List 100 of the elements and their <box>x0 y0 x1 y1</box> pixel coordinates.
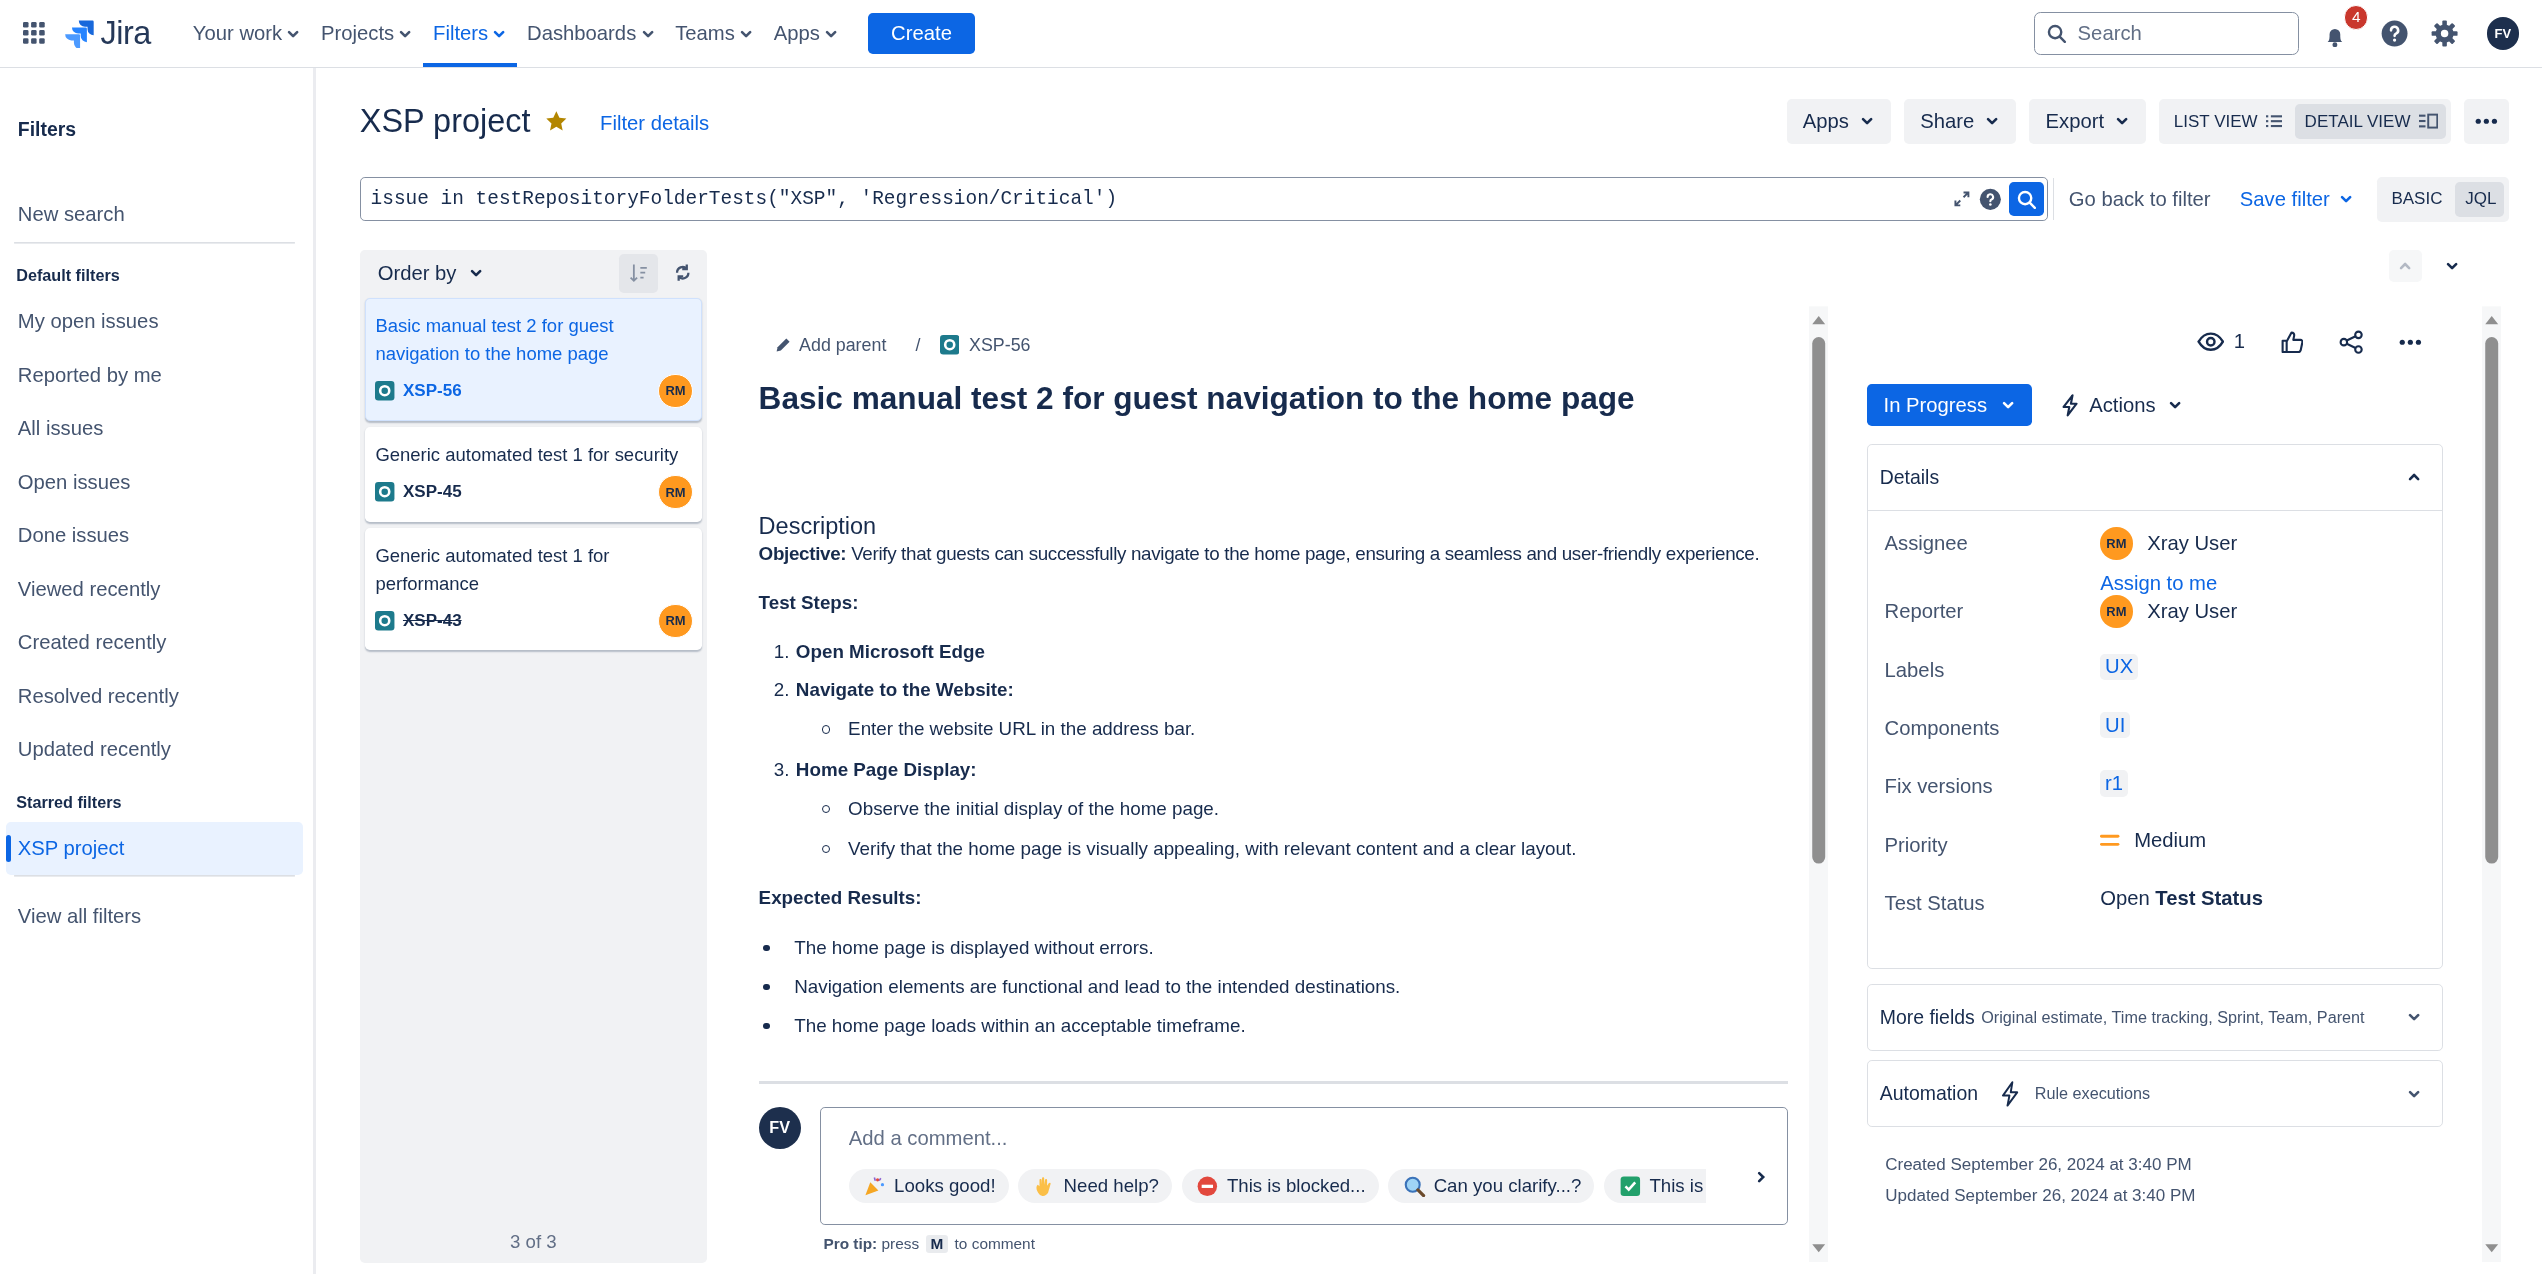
nav-tab[interactable]: Dashboards <box>517 0 666 68</box>
search-button[interactable] <box>2009 182 2044 217</box>
go-back-link[interactable]: Go back to filter <box>2068 187 2211 211</box>
sidebar-item[interactable]: View all filters <box>6 889 304 944</box>
view-toggle[interactable]: DETAIL VIEW <box>2294 103 2447 140</box>
app-grid-icon[interactable] <box>22 22 46 45</box>
order-by-button[interactable]: Order by <box>377 261 484 285</box>
nav-tab[interactable]: Filters <box>423 0 518 68</box>
watch-button[interactable]: 1 <box>2196 330 2246 354</box>
sort-button[interactable] <box>619 253 659 293</box>
sidebar-item[interactable]: Viewed recently <box>6 562 304 616</box>
subheading: Expected Results: <box>758 885 923 910</box>
list-number: 2. <box>772 678 790 703</box>
field-value: Open Test Status <box>2100 887 2263 911</box>
view-toggle[interactable]: LIST VIEW <box>2164 103 2291 140</box>
menu-button[interactable]: Share <box>1904 98 2017 145</box>
sidebar-item[interactable]: Open issues <box>6 455 304 509</box>
nav-tab[interactable]: Your work <box>183 0 312 68</box>
create-button[interactable]: Create <box>868 13 975 54</box>
list-item: Home Page Display: <box>795 757 977 782</box>
search-icon <box>2047 23 2067 44</box>
user-avatar: RM <box>2100 595 2133 628</box>
section-title: More fields <box>1879 1005 1975 1029</box>
breadcrumb-link[interactable]: XSP-56 <box>969 334 1031 356</box>
field-label: Components <box>1884 716 2001 740</box>
filter-details-link[interactable]: Filter details <box>600 112 710 136</box>
subheading: Test Steps: <box>758 590 860 615</box>
suggestion-chip[interactable]: Looks good! <box>848 1169 1009 1204</box>
add-parent-button[interactable]: Add parent <box>774 334 887 356</box>
list-item: The home page loads within an acceptable timeframe. <box>794 1013 1246 1038</box>
section-summary: Original estimate, Time tracking, Sprint, Team, Parent <box>1981 1007 2365 1027</box>
profile-avatar[interactable]: FV <box>2486 17 2520 50</box>
scrollbar[interactable] <box>1809 306 1829 1263</box>
bullet-icon <box>763 944 770 952</box>
issue-key: XSP-45 <box>402 482 462 503</box>
issue-card[interactable]: Basic manual test 2 for guest navigation to the home page XSP-56 RM <box>364 298 702 421</box>
jql-field[interactable]: issue in testRepositoryFolderTests("XSP", 'Regression/Critical') <box>359 177 2048 222</box>
issue-card[interactable]: Generic automated test 1 for security XSP-45 RM <box>364 426 702 522</box>
sidebar-item[interactable]: Created recently <box>6 615 304 670</box>
sidebar-item[interactable]: Updated recently <box>6 722 304 777</box>
sidebar-item[interactable]: All issues <box>6 401 304 456</box>
assign-link[interactable]: Assign to me <box>2100 572 2218 596</box>
sidebar-item[interactable]: My open issues <box>6 294 304 349</box>
star-icon[interactable] <box>544 110 568 133</box>
nav-tab[interactable]: Teams <box>665 0 764 68</box>
tag[interactable]: UX <box>2100 653 2138 680</box>
more-button[interactable] <box>2463 98 2510 145</box>
share-icon[interactable] <box>2339 329 2364 355</box>
suggestion-chip[interactable]: This is <box>1604 1169 1707 1204</box>
thumbs-up-icon[interactable] <box>2280 330 2304 354</box>
nav-tab[interactable]: Projects <box>311 0 424 68</box>
ellipsis-icon <box>2475 118 2498 125</box>
list-icon <box>2265 113 2282 130</box>
details-header[interactable]: Details <box>1868 445 2442 510</box>
actions-button[interactable]: Actions <box>2061 393 2184 417</box>
menu-button[interactable]: Export <box>2029 98 2147 145</box>
user-avatar: RM <box>2100 527 2133 560</box>
logo-icon[interactable] <box>64 18 94 49</box>
sidebar-item[interactable]: Resolved recently <box>6 669 304 723</box>
menu-button[interactable]: Apps <box>1786 98 1892 145</box>
suggestion-chip[interactable]: Can you clarify...? <box>1388 1169 1595 1204</box>
section-heading: Description <box>758 512 878 542</box>
issue-card[interactable]: Generic automated test 1 for performance XSP-43 RM <box>364 528 702 651</box>
list-item: The home page is displayed without errors. <box>794 936 1154 961</box>
collapsible-section[interactable]: Automation Rule executions <box>1867 1060 2443 1128</box>
nav-tab[interactable]: Apps <box>763 0 849 68</box>
section-title: Automation <box>1879 1082 1979 1106</box>
suggestion-chip[interactable]: This is blocked... <box>1181 1169 1379 1204</box>
collapsible-section[interactable]: More fields Original estimate, Time tracking, Sprint, Team, Parent <box>1867 983 2443 1051</box>
field-label: Reporter <box>1884 599 1965 624</box>
suggestion-chip[interactable]: Need help? <box>1018 1169 1172 1204</box>
section-heading: Default filters <box>15 265 121 286</box>
list-item: Navigation elements are functional and lead to the intended destinations. <box>794 975 1401 1000</box>
comment-field[interactable]: Add a comment... Looks good! Need help? This is blocked... Can you clarify...? This is <box>820 1106 1788 1225</box>
help-icon[interactable] <box>1978 188 2002 211</box>
issue-key: XSP-56 <box>402 380 462 401</box>
field-label: Assignee <box>1884 530 1969 555</box>
help-icon[interactable] <box>2379 18 2409 49</box>
mode-toggle[interactable]: BASIC <box>2381 181 2451 218</box>
issue-type-icon <box>375 381 395 401</box>
tag[interactable]: r1 <box>2100 770 2128 797</box>
created-date: Created September 26, 2024 at 3:40 PM <box>1885 1153 2193 1176</box>
ellipsis-icon[interactable] <box>2399 338 2422 346</box>
pro-tip: to comment <box>954 1234 1035 1253</box>
sidebar-item[interactable]: Done issues <box>6 508 304 563</box>
tag[interactable]: UI <box>2100 712 2131 739</box>
search-field[interactable]: Search <box>2034 12 2299 55</box>
field-value: Xray User <box>2147 531 2238 555</box>
sidebar-item[interactable]: Reported by me <box>6 348 304 402</box>
sidebar-item[interactable]: New search <box>6 188 304 242</box>
status-button[interactable]: In Progress <box>1867 384 2033 427</box>
search-icon <box>2016 189 2037 210</box>
scrollbar[interactable] <box>2481 306 2502 1263</box>
settings-icon[interactable] <box>2429 18 2460 49</box>
issue-title: Basic manual test 2 for guest navigation to the home page <box>758 379 1636 419</box>
sidebar-item[interactable]: XSP project <box>6 821 304 876</box>
mode-toggle[interactable]: JQL <box>2455 181 2505 218</box>
expand-icon[interactable] <box>1952 190 1971 209</box>
breadcrumb-separator: / <box>915 334 921 356</box>
save-filter-button[interactable]: Save filter <box>2239 187 2355 211</box>
